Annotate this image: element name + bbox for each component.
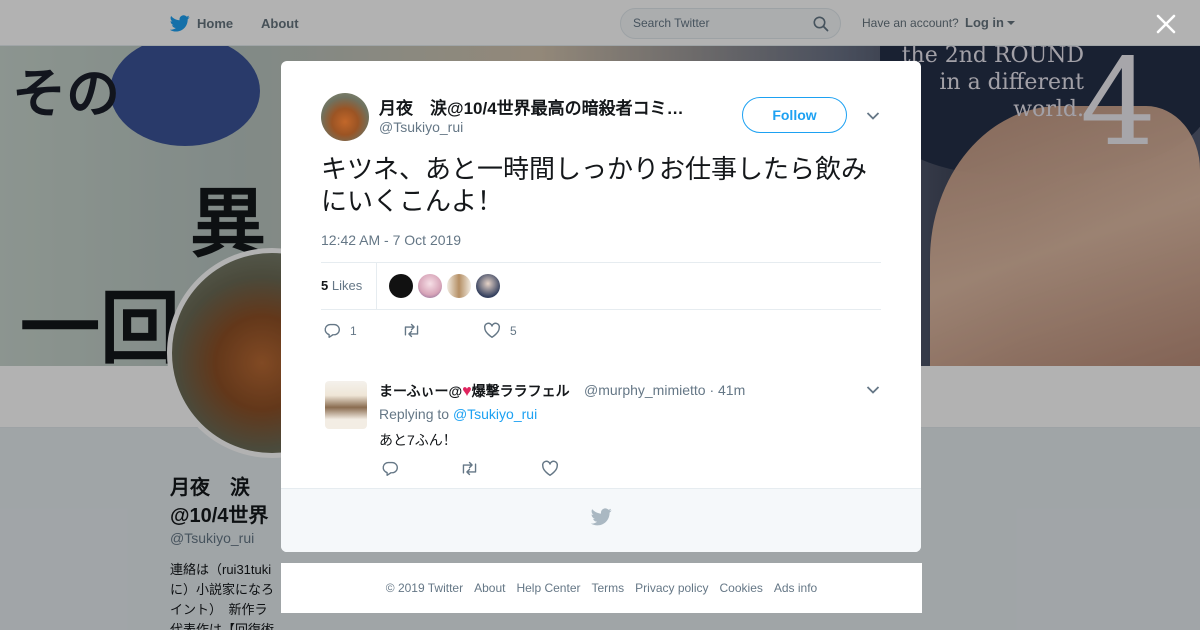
- liker-avatar[interactable]: [418, 274, 442, 298]
- like-action[interactable]: 5: [483, 322, 517, 339]
- twitter-bird-icon: [591, 508, 612, 526]
- likes-count: 5: [321, 278, 329, 293]
- likes-label: Likes: [331, 278, 363, 293]
- replying-to-prefix: Replying to: [379, 406, 450, 422]
- tweet-author-handle[interactable]: @Tsukiyo_rui: [379, 119, 463, 135]
- liker-avatar[interactable]: [476, 274, 500, 298]
- heart-icon: [483, 322, 501, 338]
- replying-to: Replying to @Tsukiyo_rui: [379, 406, 537, 422]
- like-count: 5: [510, 323, 517, 338]
- modal-footer: [281, 488, 921, 552]
- chevron-down-icon[interactable]: [866, 385, 880, 395]
- close-icon[interactable]: [1154, 12, 1178, 36]
- divider: [321, 309, 881, 310]
- footer-link-about[interactable]: About: [474, 581, 505, 595]
- tweet-author-avatar[interactable]: [321, 93, 369, 141]
- reply-author-handle[interactable]: @murphy_mimietto · 41m: [584, 382, 745, 398]
- reply-author-name-prefix: まーふぃー@: [379, 383, 463, 399]
- chevron-down-icon[interactable]: [866, 111, 880, 121]
- reply-author-name-suffix: 爆撃ララフェル: [471, 383, 570, 399]
- footer-link-privacy[interactable]: Privacy policy: [635, 581, 708, 595]
- likes-stat[interactable]: 5 Likes: [321, 278, 362, 293]
- reply-icon: [382, 461, 398, 476]
- footer-link-ads-info[interactable]: Ads info: [774, 581, 817, 595]
- divider: [376, 263, 377, 309]
- footer-copyright: © 2019 Twitter: [385, 581, 464, 595]
- reply-count: 1: [350, 323, 357, 338]
- divider: [321, 262, 881, 263]
- site-footer: © 2019 Twitter About Help Center Terms P…: [281, 563, 922, 613]
- reply-retweet-action[interactable]: [460, 460, 479, 477]
- tweet-timestamp[interactable]: 12:42 AM - 7 Oct 2019: [321, 232, 461, 248]
- liker-avatar[interactable]: [389, 274, 413, 298]
- tweet-modal: 月夜 涙@10/4世界最高の暗殺者コミカライズ @Tsukiyo_rui Fol…: [281, 61, 921, 552]
- reply-text: あと7ふん！: [379, 432, 457, 448]
- reply-reply-action[interactable]: [382, 460, 399, 477]
- reply-like-action[interactable]: [541, 460, 559, 477]
- retweet-icon: [404, 323, 419, 338]
- reply-icon: [324, 323, 340, 338]
- tweet-author-name[interactable]: 月夜 涙@10/4世界最高の暗殺者コミカライズ: [379, 94, 691, 119]
- footer-link-cookies[interactable]: Cookies: [720, 581, 763, 595]
- footer-link-terms[interactable]: Terms: [591, 581, 624, 595]
- retweet-icon: [462, 461, 477, 476]
- reply-author-name[interactable]: まーふぃー@♥爆撃ララフェル: [379, 381, 570, 401]
- reply-author-avatar[interactable]: [325, 381, 367, 429]
- replying-to-handle[interactable]: @Tsukiyo_rui: [453, 406, 537, 422]
- liker-avatar[interactable]: [447, 274, 471, 298]
- heart-icon: [541, 460, 559, 476]
- follow-button[interactable]: Follow: [742, 97, 847, 133]
- footer-link-help-center[interactable]: Help Center: [516, 581, 580, 595]
- tweet-text: キツネ、あと一時間しっかりお仕事したら飲みにいくこんよ！: [321, 154, 868, 216]
- retweet-action[interactable]: [402, 322, 430, 339]
- reply-action[interactable]: 1: [324, 322, 357, 339]
- heart-emoji-icon: ♥: [462, 383, 472, 400]
